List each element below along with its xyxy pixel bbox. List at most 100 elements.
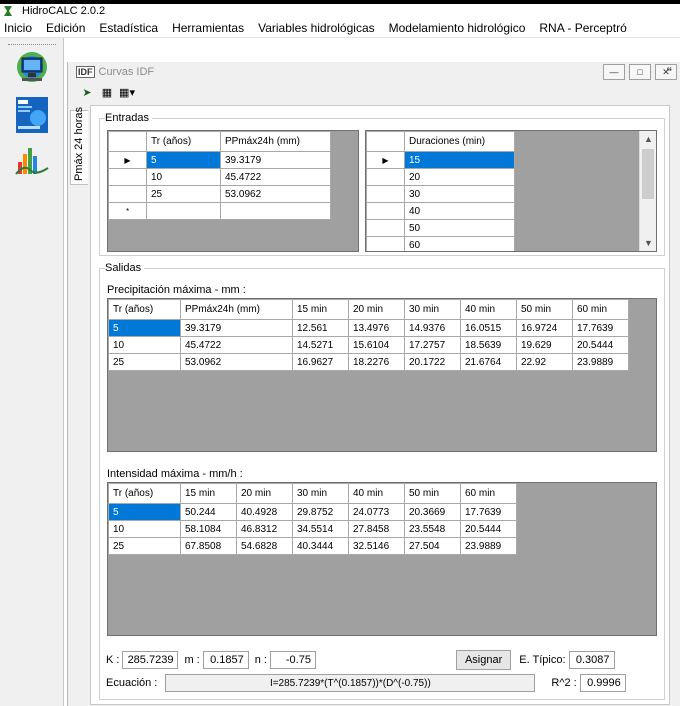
table-cell[interactable]: 25 (108, 537, 181, 555)
table-cell[interactable]: 40.4928 (236, 503, 293, 521)
table-cell[interactable]: 53.0962 (180, 353, 293, 371)
menu-edicion[interactable]: Edición (39, 21, 92, 35)
table-row[interactable]: ▶ 15 (366, 151, 515, 169)
menu-herramientas[interactable]: Herramientas (165, 21, 251, 35)
table-cell[interactable]: 18.2276 (348, 353, 405, 371)
table-cell[interactable]: 10 (108, 336, 181, 354)
table-cell[interactable]: 22.92 (516, 353, 573, 371)
intens-header[interactable]: 30 min (292, 483, 349, 504)
table-row[interactable]: 25 53.0962 (108, 185, 331, 203)
table-cell[interactable]: 5 (108, 503, 181, 521)
table-cell[interactable]: 32.5146 (348, 537, 405, 555)
table-row[interactable]: ▶ 5 39.3179 (108, 151, 331, 169)
intens-header[interactable]: 50 min (404, 483, 461, 504)
dur-cell[interactable]: 15 (404, 151, 515, 169)
table-row[interactable]: 30 (366, 185, 515, 203)
table-cell[interactable]: 40.3444 (292, 537, 349, 555)
menu-modelamiento-hidrologico[interactable]: Modelamiento hidrológico (382, 21, 533, 35)
chart-tool-icon[interactable]: ❝ (666, 65, 672, 78)
table-row[interactable]: 40 (366, 202, 515, 220)
table-cell[interactable]: 17.7639 (572, 319, 629, 337)
table-cell[interactable]: 15.6104 (348, 336, 405, 354)
intens-header[interactable]: 60 min (460, 483, 517, 504)
table-row[interactable]: 5 39.3179 12.561 13.4976 14.9376 16.0515… (108, 319, 629, 337)
pp-cell[interactable]: 45.4722 (220, 168, 331, 186)
table-cell[interactable]: 34.5514 (292, 520, 349, 538)
export-icon[interactable]: ➤ (80, 85, 94, 99)
dur-cell[interactable]: 60 (404, 236, 515, 251)
n-field[interactable]: -0.75 (269, 651, 316, 669)
table-row[interactable]: 5 50.244 40.4928 29.8752 24.0773 20.3669… (108, 503, 517, 521)
table-cell[interactable]: 54.6828 (236, 537, 293, 555)
maximize-button[interactable]: □ (629, 64, 651, 80)
intens-header[interactable]: 15 min (180, 483, 237, 504)
pp-cell[interactable]: 53.0962 (220, 185, 331, 203)
table-row[interactable]: 10 45.4722 14.5271 15.6104 17.2757 18.56… (108, 336, 629, 354)
table-cell[interactable]: 29.8752 (292, 503, 349, 521)
precip-header[interactable]: 15 min (292, 299, 349, 320)
tr-cell[interactable]: 25 (146, 185, 221, 203)
table-cell[interactable]: 14.9376 (404, 319, 461, 337)
table-cell[interactable]: 16.0515 (460, 319, 517, 337)
pp-cell[interactable] (220, 202, 331, 220)
table-row[interactable]: 10 45.4722 (108, 168, 331, 186)
dur-cell[interactable]: 40 (404, 202, 515, 220)
table-cell[interactable]: 19.629 (516, 336, 573, 354)
scroll-down-icon[interactable]: ▼ (640, 235, 656, 251)
dur-col-header[interactable]: Duraciones (min) (404, 131, 515, 152)
table-row[interactable]: 25 53.0962 16.9627 18.2276 20.1722 21.67… (108, 353, 629, 371)
table-cell[interactable]: 14.5271 (292, 336, 349, 354)
durations-scrollbar[interactable]: ▲ ▼ (639, 131, 656, 251)
table-cell[interactable]: 24.0773 (348, 503, 405, 521)
table-row[interactable]: 20 (366, 168, 515, 186)
k-field[interactable]: 285.7239 (122, 651, 179, 669)
precip-header[interactable]: 30 min (404, 299, 461, 320)
durations-grid[interactable]: Duraciones (min) ▶ 15 20 30 40 50 60 ▲ ▼ (365, 130, 657, 252)
table-cell[interactable]: 25 (108, 353, 181, 371)
tr-cell[interactable]: 10 (146, 168, 221, 186)
scroll-up-icon[interactable]: ▲ (640, 131, 656, 147)
precip-header[interactable]: 40 min (460, 299, 517, 320)
table-cell[interactable]: 46.8312 (236, 520, 293, 538)
table-cell[interactable]: 13.4976 (348, 319, 405, 337)
tr-cell[interactable] (146, 202, 221, 220)
tr-input-grid[interactable]: Tr (años) PPmáx24h (mm) ▶ 5 39.3179 10 4… (107, 130, 359, 252)
dur-cell[interactable]: 20 (404, 168, 515, 186)
book-cover-icon[interactable] (12, 96, 52, 134)
assign-button[interactable]: Asignar (455, 650, 512, 670)
table-cell[interactable]: 50.244 (180, 503, 237, 521)
table-row[interactable]: 60 (366, 236, 515, 251)
table-cell[interactable]: 23.5548 (404, 520, 461, 538)
table-cell[interactable]: 67.8508 (180, 537, 237, 555)
menu-rna-perceptron[interactable]: RNA - Perceptró (532, 21, 633, 35)
hydrograph-chart-icon[interactable] (12, 142, 52, 180)
table-cell[interactable]: 21.6764 (460, 353, 517, 371)
table-cell[interactable]: 39.3179 (180, 319, 293, 337)
pp-cell[interactable]: 39.3179 (220, 151, 331, 169)
r2-field[interactable]: 0.9996 (579, 674, 626, 692)
m-field[interactable]: 0.1857 (202, 651, 249, 669)
intens-header[interactable]: 20 min (236, 483, 293, 504)
save-icon[interactable]: ▦ (100, 85, 114, 99)
precip-header[interactable]: PPmáx24h (mm) (180, 299, 293, 320)
table-cell[interactable]: 16.9724 (516, 319, 573, 337)
precip-header[interactable]: 20 min (348, 299, 405, 320)
menu-estadistica[interactable]: Estadística (92, 21, 165, 35)
tab-pmax-24-horas[interactable]: Pmáx 24 horas (70, 107, 88, 185)
dur-cell[interactable]: 50 (404, 219, 515, 237)
table-cell[interactable]: 12.561 (292, 319, 349, 337)
table-cell[interactable]: 27.8458 (348, 520, 405, 538)
table-row[interactable]: 25 67.8508 54.6828 40.3444 32.5146 27.50… (108, 537, 517, 555)
intens-header[interactable]: Tr (años) (108, 483, 181, 504)
tr-col-header[interactable]: Tr (años) (146, 131, 221, 152)
intens-header[interactable]: 40 min (348, 483, 405, 504)
minimize-button[interactable]: — (603, 64, 625, 80)
etipico-field[interactable]: 0.3087 (568, 651, 615, 669)
precip-header[interactable]: Tr (años) (108, 299, 181, 320)
menu-inicio[interactable]: Inicio (0, 21, 39, 35)
intensity-grid[interactable]: Tr (años) 15 min 20 min 30 min 40 min 50… (107, 482, 657, 636)
scroll-thumb[interactable] (642, 149, 654, 199)
dur-cell[interactable]: 30 (404, 185, 515, 203)
table-cell[interactable]: 10 (108, 520, 181, 538)
pp-col-header[interactable]: PPmáx24h (mm) (220, 131, 331, 152)
